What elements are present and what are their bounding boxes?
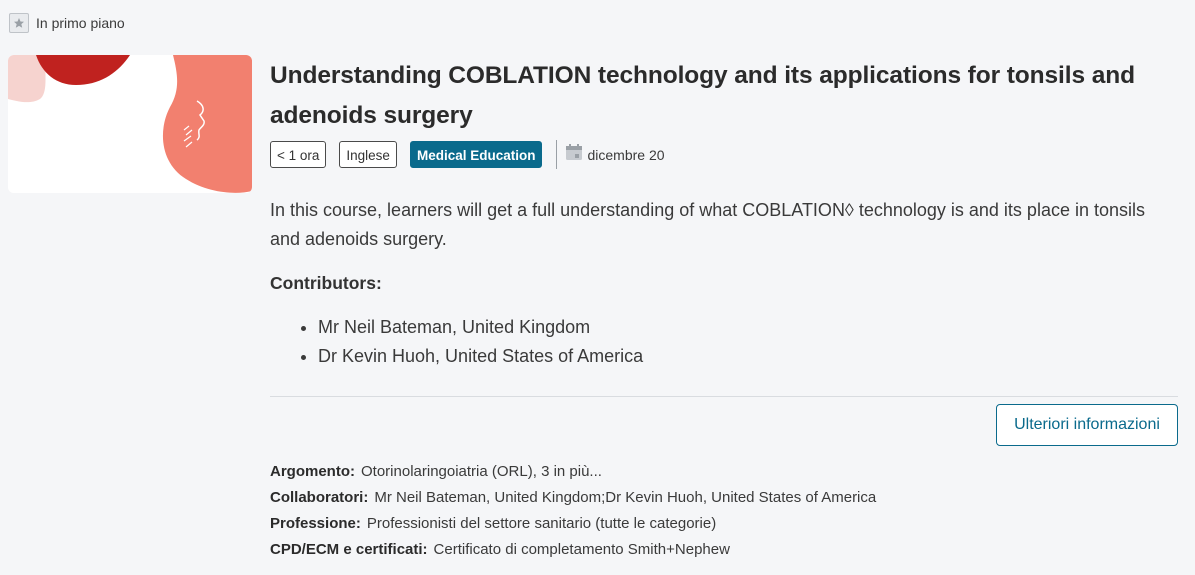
course-thumbnail[interactable] <box>8 55 252 193</box>
course-title[interactable]: Understanding COBLATION technology and i… <box>270 56 1180 136</box>
detail-value: Otorinolaringoiatria (ORL), 3 in più... <box>361 463 602 480</box>
meta-divider <box>556 140 558 169</box>
calendar-icon <box>565 143 583 166</box>
list-item: Dr Kevin Huoh, United States of America <box>318 342 1180 371</box>
detail-value: Professionisti del settore sanitario (tu… <box>366 515 717 532</box>
course-date: dicembre 20 <box>587 146 665 163</box>
detail-key: Professione: <box>270 515 361 532</box>
detail-row-collaborators: Collaboratori: Mr Neil Bateman, United Ki… <box>270 485 876 511</box>
detail-key: Argomento: <box>270 463 355 480</box>
contributors-list: Mr Neil Bateman, United Kingdom Dr Kevin… <box>270 313 1180 371</box>
course-meta: < 1 ora Inglese Medical Education dicemb… <box>270 140 1180 169</box>
category-tag: Medical Education <box>409 141 543 168</box>
list-item: Mr Neil Bateman, United Kingdom <box>318 313 1180 342</box>
featured-label: In primo piano <box>36 15 125 31</box>
detail-row-certificates: CPD/ECM e certificati: Certificato di com… <box>270 537 876 563</box>
duration-tag: < 1 ora <box>270 141 327 168</box>
course-description: In this course, learners will get a full… <box>270 200 1145 249</box>
detail-value: Certificato di completamento Smith+Nephe… <box>433 541 730 558</box>
language-tag: Inglese <box>339 141 397 168</box>
detail-value: Mr Neil Bateman, United Kingdom;Dr Kevin… <box>374 489 877 506</box>
detail-row-profession: Professione: Professionisti del settore s… <box>270 511 876 537</box>
detail-key: Collaboratori: <box>270 489 369 506</box>
star-icon[interactable] <box>9 13 29 33</box>
detail-row-topic: Argomento: Otorinolaringoiatria (ORL), 3 … <box>270 459 876 485</box>
more-info-button[interactable]: Ulteriori informazioni <box>996 404 1178 446</box>
course-content: Understanding COBLATION technology and i… <box>270 56 1180 371</box>
detail-key: CPD/ECM e certificati: <box>270 541 428 558</box>
course-details: Argomento: Otorinolaringoiatria (ORL), 3 … <box>270 459 876 563</box>
date-info: dicembre 20 <box>565 143 665 166</box>
divider <box>270 396 1178 397</box>
contributors-heading: Contributors: <box>270 273 382 293</box>
featured-marker: In primo piano <box>9 13 125 33</box>
